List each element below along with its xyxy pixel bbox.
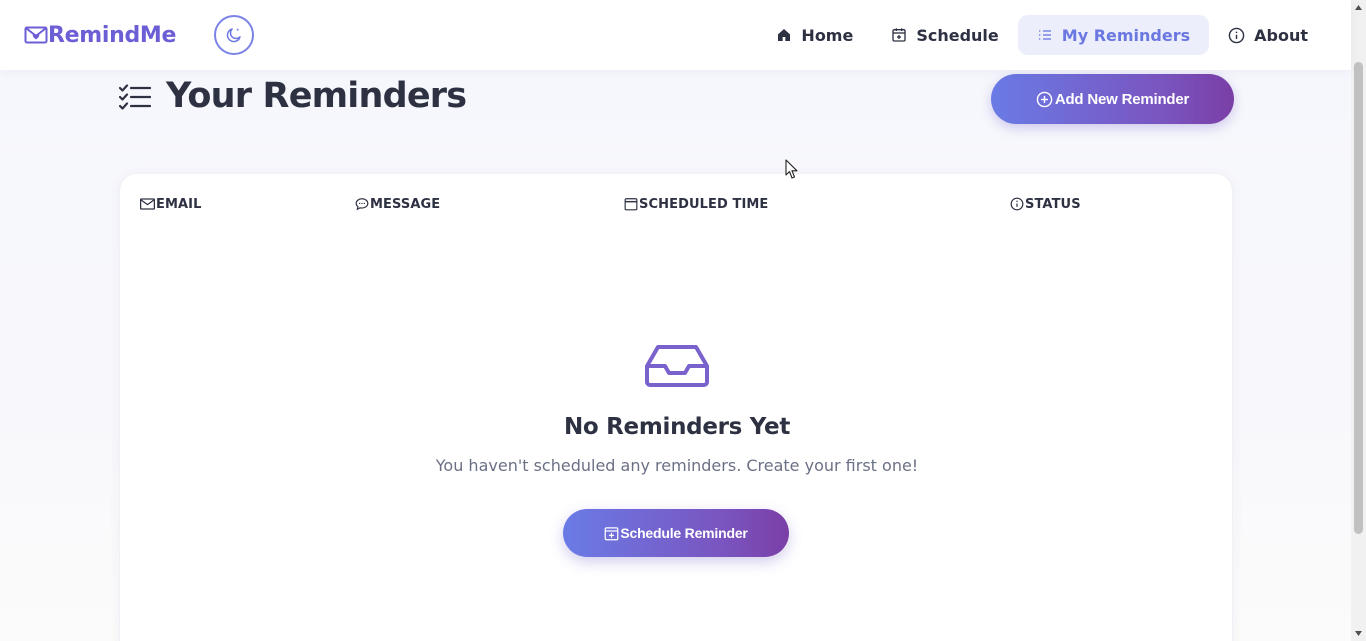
- reminders-table-card: EMAIL MESSAGE SCHEDULED TIME STATUS No R…: [119, 173, 1233, 641]
- column-header-status[interactable]: STATUS: [1010, 195, 1081, 213]
- brand-logo[interactable]: RemindMe: [24, 17, 176, 53]
- schedule-button-label: Schedule Reminder: [620, 525, 748, 541]
- empty-state-title: No Reminders Yet: [563, 414, 791, 440]
- navbar: RemindMe Home Schedule My Reminders Abou…: [0, 0, 1351, 70]
- scroll-up-arrow-icon[interactable]: [1355, 5, 1362, 10]
- column-header-label: STATUS: [1025, 196, 1081, 212]
- add-button-label: Add New Reminder: [1054, 90, 1190, 108]
- list-icon: [1038, 30, 1051, 40]
- column-header-message[interactable]: MESSAGE: [355, 195, 440, 213]
- column-header-scheduled-time[interactable]: SCHEDULED TIME: [624, 195, 768, 213]
- chat-bubble-icon: [355, 198, 369, 211]
- nav-links: Home Schedule My Reminders About: [757, 15, 1327, 55]
- nav-item-about[interactable]: About: [1209, 15, 1327, 55]
- calendar-icon: [624, 198, 638, 211]
- nav-item-label: Home: [801, 25, 854, 45]
- home-icon: [778, 29, 791, 41]
- brand-name: RemindMe: [48, 22, 177, 48]
- scroll-down-arrow-icon[interactable]: [1355, 631, 1362, 636]
- info-icon: [1228, 27, 1245, 43]
- envelope-heart-icon: [24, 26, 48, 44]
- empty-state-text: You haven't scheduled any reminders. Cre…: [435, 456, 919, 475]
- checklist-icon: [119, 84, 151, 110]
- nav-item-home[interactable]: Home: [757, 15, 872, 55]
- mouse-cursor-icon: [785, 159, 798, 179]
- envelope-icon: [140, 198, 155, 210]
- info-icon: [1010, 197, 1024, 211]
- nav-item-label: Schedule: [916, 25, 999, 45]
- column-header-email[interactable]: EMAIL: [140, 195, 202, 213]
- nav-item-label: My Reminders: [1061, 25, 1191, 45]
- add-new-reminder-button[interactable]: Add New Reminder: [991, 74, 1234, 124]
- schedule-reminder-button[interactable]: Schedule Reminder: [563, 509, 789, 557]
- page-scrollbar[interactable]: [1351, 0, 1366, 641]
- page-title: Your Reminders: [166, 76, 467, 116]
- column-header-label: SCHEDULED TIME: [639, 196, 769, 212]
- nav-item-my-reminders[interactable]: My Reminders: [1017, 15, 1210, 55]
- inbox-icon: [645, 345, 709, 387]
- scrollbar-thumb[interactable]: [1354, 62, 1363, 534]
- plus-circle-icon: [1036, 91, 1053, 107]
- nav-item-schedule[interactable]: Schedule: [872, 15, 1017, 55]
- calendar-plus-icon: [604, 526, 619, 540]
- calendar-plus-icon: [892, 28, 906, 42]
- moon-icon: [226, 28, 241, 43]
- theme-toggle-button[interactable]: [214, 15, 254, 55]
- column-header-label: EMAIL: [156, 196, 202, 212]
- nav-item-label: About: [1254, 25, 1308, 45]
- column-header-label: MESSAGE: [370, 196, 441, 212]
